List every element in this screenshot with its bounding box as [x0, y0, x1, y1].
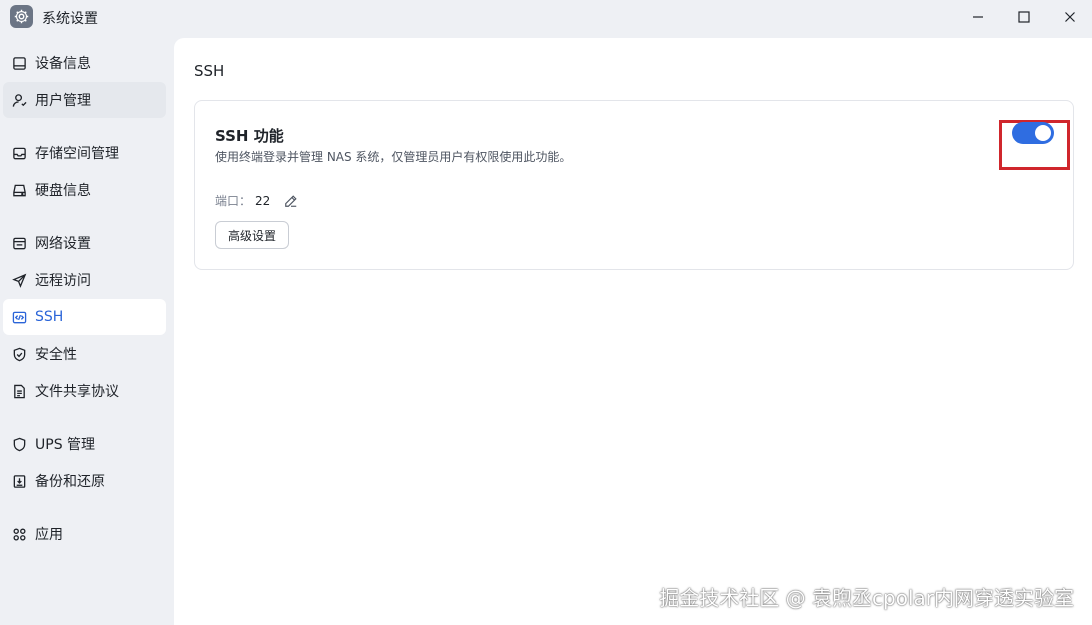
sidebar-item-label: 硬盘信息 — [35, 183, 91, 199]
sidebar-item-label: SSH — [35, 309, 64, 325]
window-title: 系统设置 — [42, 11, 98, 27]
sidebar-item-ssh[interactable]: SSH — [3, 299, 166, 335]
sidebar-item-label: 设备信息 — [35, 56, 91, 72]
sidebar-item-label: 安全性 — [35, 347, 77, 363]
page-title: SSH — [194, 62, 225, 80]
port-value: 22 — [255, 193, 271, 208]
close-button[interactable] — [1050, 4, 1090, 30]
apps-icon — [13, 527, 26, 541]
sidebar-item-ups[interactable]: UPS 管理 — [3, 426, 166, 462]
sidebar-item-apps[interactable]: 应用 — [3, 516, 166, 552]
port-row: 端口： 22 — [215, 192, 298, 209]
sidebar-item-disk-info[interactable]: 硬盘信息 — [3, 172, 166, 208]
sidebar-item-storage[interactable]: 存储空间管理 — [3, 135, 166, 171]
sidebar-item-file-sharing[interactable]: 文件共享协议 — [3, 373, 166, 409]
sidebar-item-label: 备份和还原 — [35, 474, 105, 490]
pencil-icon[interactable] — [284, 194, 298, 208]
advanced-settings-button[interactable]: 高级设置 — [215, 221, 290, 249]
maximize-icon — [1018, 11, 1030, 23]
sidebar-item-network[interactable]: 网络设置 — [3, 225, 166, 261]
network-icon — [13, 237, 26, 249]
port-label: 端口： — [215, 194, 252, 208]
remote-icon — [12, 273, 27, 288]
sidebar-item-label: 应用 — [35, 527, 63, 543]
close-icon — [1065, 12, 1075, 22]
sidebar-item-remote-access[interactable]: 远程访问 — [3, 262, 166, 298]
sidebar-item-user-management[interactable]: 用户管理 — [3, 82, 166, 118]
sidebar-item-label: 网络设置 — [35, 236, 91, 252]
code-icon — [12, 311, 27, 323]
minimize-icon — [973, 16, 983, 18]
minimize-button[interactable] — [958, 4, 998, 30]
sidebar-item-label: UPS 管理 — [35, 437, 96, 453]
sidebar-item-label: 文件共享协议 — [35, 384, 119, 400]
title-bar: 系统设置 — [0, 0, 1092, 36]
maximize-button[interactable] — [1004, 4, 1044, 30]
sidebar-item-label: 用户管理 — [35, 93, 91, 109]
file-icon — [14, 384, 25, 398]
ssh-card-title: SSH 功能 — [215, 127, 284, 145]
disk-icon — [13, 184, 26, 196]
sidebar-item-label: 远程访问 — [35, 273, 91, 289]
sidebar: 设备信息 用户管理 存储空间管理 硬盘信息 网络设置 远程访问 SSH 安全性 … — [0, 36, 172, 625]
ssh-card: SSH 功能 使用终端登录并管理 NAS 系统，仅管理员用户有权限使用此功能。 … — [194, 100, 1074, 270]
sidebar-item-backup[interactable]: 备份和还原 — [3, 463, 166, 499]
sidebar-item-device-info[interactable]: 设备信息 — [3, 45, 166, 81]
storage-icon — [13, 147, 26, 159]
user-icon — [12, 93, 27, 107]
watermark: 掘金技术社区 @ 袁煦丞cpolar内网穿透实验室 — [659, 586, 1074, 610]
sidebar-item-label: 存储空间管理 — [35, 146, 119, 162]
backup-icon — [13, 474, 26, 488]
toggle-knob — [1035, 125, 1051, 141]
main-panel: SSH SSH 功能 使用终端登录并管理 NAS 系统，仅管理员用户有权限使用此… — [174, 38, 1092, 625]
ssh-toggle[interactable] — [1012, 122, 1054, 144]
device-icon — [13, 56, 26, 70]
shield-icon — [13, 437, 26, 451]
shield-check-icon — [13, 347, 26, 361]
sidebar-item-security[interactable]: 安全性 — [3, 336, 166, 372]
ssh-card-description: 使用终端登录并管理 NAS 系统，仅管理员用户有权限使用此功能。 — [215, 150, 572, 164]
gear-icon — [10, 5, 33, 28]
